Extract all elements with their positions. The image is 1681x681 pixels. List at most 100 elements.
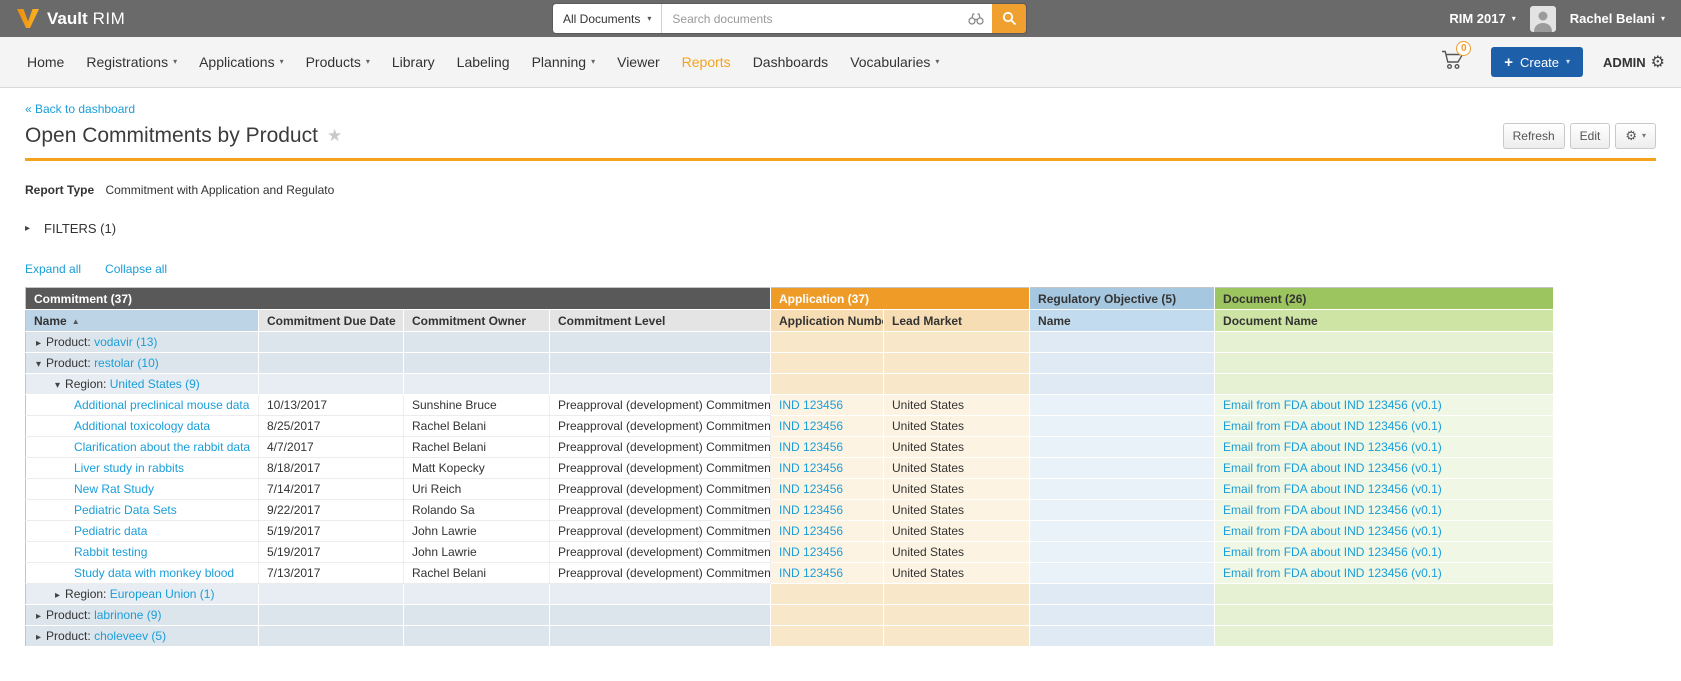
filters-toggle[interactable]: ▸ FILTERS (1) bbox=[25, 221, 1656, 236]
document-name-link[interactable]: Email from FDA about IND 123456 (v0.1) bbox=[1223, 398, 1442, 412]
plus-icon: + bbox=[1504, 55, 1513, 70]
regulatory-objective-cell bbox=[1030, 416, 1215, 437]
empty-cell bbox=[1030, 332, 1215, 353]
application-number-link[interactable]: IND 123456 bbox=[779, 503, 843, 517]
document-name-link[interactable]: Email from FDA about IND 123456 (v0.1) bbox=[1223, 419, 1442, 433]
group-link[interactable]: European Union (1) bbox=[110, 587, 215, 601]
group-link[interactable]: United States (9) bbox=[110, 377, 200, 391]
commitment-name-link[interactable]: Clarification about the rabbit data bbox=[74, 440, 250, 454]
search-scope-dropdown[interactable]: All Documents ▾ bbox=[553, 4, 662, 33]
expand-all-link[interactable]: Expand all bbox=[25, 262, 81, 276]
search-button[interactable] bbox=[992, 4, 1026, 33]
admin-button[interactable]: ADMIN ⚙ bbox=[1603, 52, 1665, 72]
data-row: Additional preclinical mouse data10/13/2… bbox=[26, 395, 1554, 416]
application-number-link[interactable]: IND 123456 bbox=[779, 566, 843, 580]
column-header-com-commitment-owner[interactable]: Commitment Owner bbox=[404, 310, 550, 332]
edit-button[interactable]: Edit bbox=[1570, 123, 1611, 149]
application-number-link[interactable]: IND 123456 bbox=[779, 398, 843, 412]
document-name-link[interactable]: Email from FDA about IND 123456 (v0.1) bbox=[1223, 482, 1442, 496]
group-link[interactable]: restolar (10) bbox=[94, 356, 159, 370]
empty-cell bbox=[259, 605, 404, 626]
application-number-link[interactable]: IND 123456 bbox=[779, 482, 843, 496]
vault-selector[interactable]: RIM 2017 ▾ bbox=[1449, 11, 1515, 26]
search-input[interactable] bbox=[662, 4, 992, 33]
document-name-cell: Email from FDA about IND 123456 (v0.1) bbox=[1215, 416, 1554, 437]
column-header-com-commitment-level[interactable]: Commitment Level bbox=[550, 310, 771, 332]
document-name-link[interactable]: Email from FDA about IND 123456 (v0.1) bbox=[1223, 566, 1442, 580]
application-number-cell: IND 123456 bbox=[771, 542, 884, 563]
application-number-link[interactable]: IND 123456 bbox=[779, 524, 843, 538]
column-header-com-commitment-due-date[interactable]: Commitment Due Date bbox=[259, 310, 404, 332]
commitment-name-cell: Rabbit testing bbox=[26, 542, 259, 563]
commitment-name-link[interactable]: Pediatric data bbox=[74, 524, 147, 538]
application-number-link[interactable]: IND 123456 bbox=[779, 419, 843, 433]
document-name-link[interactable]: Email from FDA about IND 123456 (v0.1) bbox=[1223, 461, 1442, 475]
favorite-star-icon[interactable]: ★ bbox=[327, 126, 342, 146]
caret-down-icon: ▾ bbox=[591, 58, 595, 66]
back-to-dashboard-link[interactable]: « Back to dashboard bbox=[25, 102, 135, 116]
nav-item-dashboards[interactable]: Dashboards bbox=[742, 37, 840, 88]
application-number-cell: IND 123456 bbox=[771, 563, 884, 584]
commitment-name-link[interactable]: Additional preclinical mouse data bbox=[74, 398, 249, 412]
collapse-all-link[interactable]: Collapse all bbox=[105, 262, 167, 276]
application-number-link[interactable]: IND 123456 bbox=[779, 440, 843, 454]
nav-item-planning[interactable]: Planning ▾ bbox=[521, 37, 607, 88]
nav-item-vocabularies[interactable]: Vocabularies▾ bbox=[839, 37, 950, 88]
empty-cell bbox=[884, 374, 1030, 395]
caret-down-icon: ▾ bbox=[173, 58, 177, 66]
expand-icon[interactable]: ▸ bbox=[36, 338, 41, 349]
commitment-name-link[interactable]: Additional toxicology data bbox=[74, 419, 210, 433]
cart-button[interactable]: 0 bbox=[1441, 49, 1465, 75]
group-row: ▸Product: vodavir (13) bbox=[26, 332, 1554, 353]
nav-item-library[interactable]: Library bbox=[381, 37, 446, 88]
nav-item-reports[interactable]: Reports bbox=[671, 37, 742, 88]
expand-icon[interactable]: ▸ bbox=[55, 590, 60, 601]
nav-item-labeling[interactable]: Labeling bbox=[446, 37, 521, 88]
nav-item-registrations[interactable]: Registrations▾ bbox=[75, 37, 188, 88]
application-number-link[interactable]: IND 123456 bbox=[779, 545, 843, 559]
column-header-doc-document-name[interactable]: Document Name bbox=[1215, 310, 1554, 332]
refresh-button[interactable]: Refresh bbox=[1503, 123, 1565, 149]
commitment-name-link[interactable]: Pediatric Data Sets bbox=[74, 503, 177, 517]
commitment-name-link[interactable]: Study data with monkey blood bbox=[74, 566, 234, 580]
nav-item-products[interactable]: Products▾ bbox=[295, 37, 381, 88]
collapse-icon[interactable]: ▾ bbox=[36, 359, 41, 370]
nav-item-applications[interactable]: Applications▾ bbox=[188, 37, 295, 88]
gear-icon: ⚙ bbox=[1651, 52, 1665, 72]
group-row: ▸Product: choleveev (5) bbox=[26, 626, 1554, 647]
group-link[interactable]: labrinone (9) bbox=[94, 608, 161, 622]
collapse-icon[interactable]: ▾ bbox=[55, 380, 60, 391]
nav-item-viewer[interactable]: Viewer bbox=[606, 37, 671, 88]
application-number-link[interactable]: IND 123456 bbox=[779, 461, 843, 475]
expand-collapse-links: Expand all Collapse all bbox=[25, 262, 1656, 276]
create-button[interactable]: + Create ▾ bbox=[1491, 47, 1583, 77]
empty-cell bbox=[1030, 626, 1215, 647]
document-name-link[interactable]: Email from FDA about IND 123456 (v0.1) bbox=[1223, 503, 1442, 517]
empty-cell bbox=[1030, 584, 1215, 605]
data-row: Additional toxicology data8/25/2017Rache… bbox=[26, 416, 1554, 437]
nav-item-label: Planning bbox=[532, 54, 587, 70]
group-link[interactable]: vodavir (13) bbox=[94, 335, 157, 349]
column-header-com-name[interactable]: Name▲ bbox=[26, 310, 259, 332]
document-name-link[interactable]: Email from FDA about IND 123456 (v0.1) bbox=[1223, 440, 1442, 454]
group-link[interactable]: choleveev (5) bbox=[94, 629, 166, 643]
avatar[interactable] bbox=[1530, 6, 1556, 32]
report-actions-button[interactable]: ⚙ ▾ bbox=[1615, 123, 1656, 149]
expand-icon[interactable]: ▸ bbox=[36, 611, 41, 622]
expand-icon[interactable]: ▸ bbox=[36, 632, 41, 643]
commitment-name-link[interactable]: New Rat Study bbox=[74, 482, 154, 496]
empty-cell bbox=[550, 374, 771, 395]
column-header-app-application-number[interactable]: Application Number bbox=[771, 310, 884, 332]
document-name-link[interactable]: Email from FDA about IND 123456 (v0.1) bbox=[1223, 524, 1442, 538]
column-header-app-lead-market[interactable]: Lead Market bbox=[884, 310, 1030, 332]
empty-cell bbox=[404, 332, 550, 353]
vault-logo-icon bbox=[16, 8, 40, 29]
column-header-reg-name[interactable]: Name bbox=[1030, 310, 1215, 332]
nav-item-home[interactable]: Home bbox=[16, 37, 75, 88]
commitment-name-link[interactable]: Liver study in rabbits bbox=[74, 461, 184, 475]
commitment-name-link[interactable]: Rabbit testing bbox=[74, 545, 147, 559]
advanced-search-binoculars-icon[interactable] bbox=[968, 12, 984, 25]
user-menu[interactable]: Rachel Belani ▾ bbox=[1570, 11, 1665, 26]
document-name-link[interactable]: Email from FDA about IND 123456 (v0.1) bbox=[1223, 545, 1442, 559]
document-name-cell: Email from FDA about IND 123456 (v0.1) bbox=[1215, 521, 1554, 542]
